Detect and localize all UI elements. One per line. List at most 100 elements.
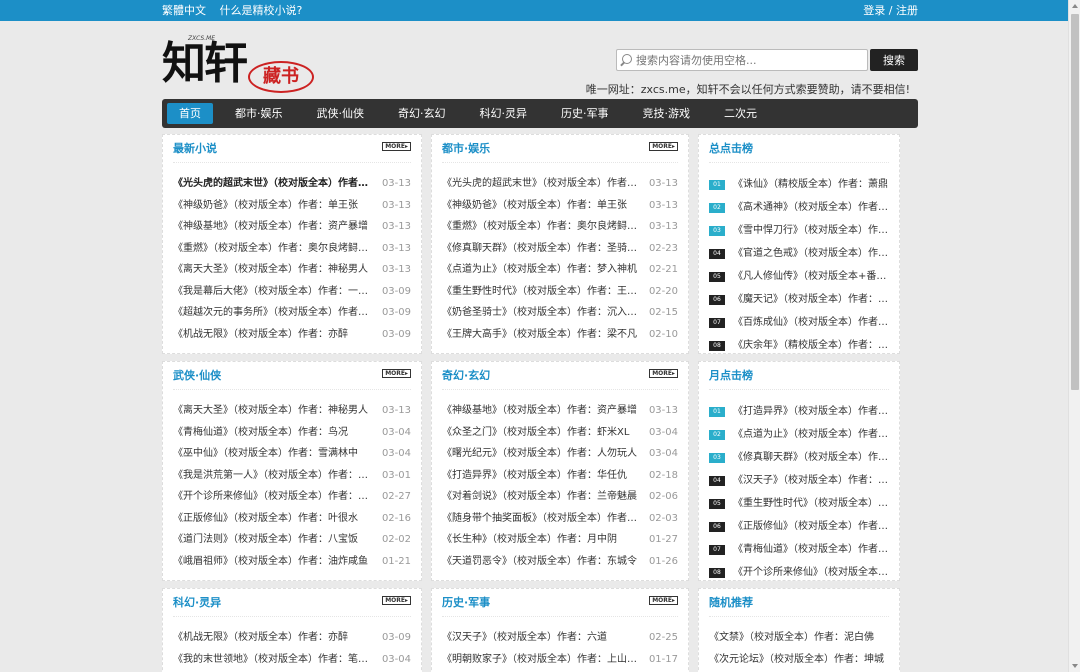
ranking-item[interactable]: 07 《百炼成仙》（校对版全本）作者：幻雨: [709, 311, 889, 334]
search-input[interactable]: [636, 50, 861, 70]
nav-item[interactable]: 首页: [167, 103, 213, 124]
ranking-item-title[interactable]: 《百炼成仙》（校对版全本）作者：幻雨: [733, 311, 889, 334]
list-item-title[interactable]: 《点道为止》（校对版全本）作者：梦入神机: [442, 259, 642, 281]
list-item[interactable]: 《众圣之门》（校对版全本）作者：虾米XL 03-04: [442, 422, 678, 444]
list-item-title[interactable]: 《神级基地》（校对版全本）作者：资产暴增: [442, 400, 642, 422]
list-item-title[interactable]: 《明朝败家子》（校对版全本）作者：上山打老虎额: [442, 649, 642, 671]
list-item[interactable]: 《青梅仙道》（校对版全本）作者：鸟况 03-04: [173, 422, 411, 444]
list-item-title[interactable]: 《次元论坛》（校对版全本）作者：坤城: [709, 649, 889, 671]
panel-title[interactable]: 奇幻·玄幻: [442, 362, 678, 390]
list-item-title[interactable]: 《修真聊天群》（校对版全本）作者：圣骑士的传说: [442, 238, 642, 260]
list-item-title[interactable]: 《随身带个抽奖面板》（校对版全本）作者：漂流瓶: [442, 508, 642, 530]
list-item[interactable]: 《明朝败家子》（校对版全本）作者：上山打老虎额 01-17: [442, 649, 678, 671]
ranking-item[interactable]: 02 《点道为止》（校对版全本）作者：梦入神机: [709, 423, 889, 446]
scrollbar[interactable]: [1068, 0, 1080, 672]
list-item-title[interactable]: 《峨眉祖师》（校对版全本）作者：油炸咸鱼: [173, 551, 375, 573]
ranking-item-title[interactable]: 《雪中悍刀行》（校对版全本）作者：烽火戏诸侯: [733, 219, 889, 242]
ranking-item[interactable]: 06 《魔天记》（校对版全本）作者：忘语: [709, 288, 889, 311]
list-item[interactable]: 《长生种》（校对版全本）作者：月中阴 01-27: [442, 529, 678, 551]
search-button[interactable]: 搜索: [870, 49, 918, 71]
list-item-title[interactable]: 《机战无限》（校对版全本）作者：亦醉: [173, 324, 375, 346]
list-item-title[interactable]: 《众圣之门》（校对版全本）作者：虾米XL: [442, 422, 642, 444]
list-item-title[interactable]: 《重燃》（校对版全本）作者：奥尔良烤鲟鱼堡: [173, 238, 375, 260]
nav-item[interactable]: 二次元: [712, 103, 769, 124]
ranking-item-title[interactable]: 《诛仙》（精校版全本）作者：萧鼎: [733, 173, 889, 196]
more-button[interactable]: MORE▸: [649, 596, 678, 605]
ranking-item-title[interactable]: 《点道为止》（校对版全本）作者：梦入神机: [733, 423, 889, 446]
ranking-item[interactable]: 03 《修真聊天群》（校对版全本）作者：圣骑士的传说: [709, 446, 889, 469]
list-item[interactable]: 《点道为止》（校对版全本）作者：梦入神机 02-21: [442, 259, 678, 281]
list-item[interactable]: 《对着剑说》（校对版全本）作者：兰帝魅晨 02-06: [442, 486, 678, 508]
list-item-title[interactable]: 《打造异界》（校对版全本）作者：华任仇: [442, 465, 642, 487]
list-item[interactable]: 《曙光纪元》（校对版全本）作者：人勿玩人 03-04: [442, 443, 678, 465]
list-item[interactable]: 《离天大圣》（校对版全本）作者：神秘男人 03-13: [173, 259, 411, 281]
list-item[interactable]: 《随身带个抽奖面板》（校对版全本）作者：漂流瓶 02-03: [442, 508, 678, 530]
list-item-title[interactable]: 《对着剑说》（校对版全本）作者：兰帝魅晨: [442, 486, 642, 508]
ranking-item-title[interactable]: 《凡人修仙传》（校对版全本+番外）作者：忘语: [733, 265, 889, 288]
ranking-item-title[interactable]: 《修真聊天群》（校对版全本）作者：圣骑士的传说: [733, 446, 889, 469]
site-logo[interactable]: ZXCS.ME 知轩 藏书: [162, 35, 322, 97]
list-item[interactable]: 《重燃》（校对版全本）作者：奥尔良烤鲟鱼堡 03-13: [442, 216, 678, 238]
list-item[interactable]: 《光头虎的超武末世》（校对版全本）作者：叉烧包 03-13: [173, 173, 411, 195]
ranking-item[interactable]: 05 《凡人修仙传》（校对版全本+番外）作者：忘语: [709, 265, 889, 288]
traditional-chinese-link[interactable]: 繁體中文: [162, 4, 206, 17]
list-item-title[interactable]: 《光头虎的超武末世》（校对版全本）作者：叉烧包: [173, 173, 375, 195]
list-item[interactable]: 《汉天子》（校对版全本）作者：六道 02-25: [442, 627, 678, 649]
list-item-title[interactable]: 《神级奶爸》（校对版全本）作者：单王张: [442, 195, 642, 217]
panel-title[interactable]: 总点击榜: [709, 135, 889, 163]
ranking-item[interactable]: 05 《重生野性时代》（校对版全本）作者：王梓钧: [709, 492, 889, 515]
panel-title[interactable]: 最新小说: [173, 135, 411, 163]
list-item[interactable]: 《修真聊天群》（校对版全本）作者：圣骑士的传说 02-23: [442, 238, 678, 260]
nav-item[interactable]: 都市·娱乐: [223, 103, 295, 124]
panel-title[interactable]: 历史·军事: [442, 589, 678, 617]
list-item[interactable]: 《机战无限》（校对版全本）作者：亦醉 03-09: [173, 324, 411, 346]
list-item[interactable]: 《神级奶爸》（校对版全本）作者：单王张 03-13: [173, 195, 411, 217]
nav-item[interactable]: 科幻·灵异: [468, 103, 540, 124]
more-button[interactable]: MORE▸: [382, 142, 411, 151]
ranking-item-title[interactable]: 《魔天记》（校对版全本）作者：忘语: [733, 288, 889, 311]
list-item[interactable]: 《天道罚恶令》（校对版全本）作者：东城令 01-26: [442, 551, 678, 573]
list-item[interactable]: 《光头虎的超武末世》（校对版全本）作者：叉烧包 03-13: [442, 173, 678, 195]
scroll-up-icon[interactable]: [1072, 4, 1078, 8]
ranking-item[interactable]: 03 《雪中悍刀行》（校对版全本）作者：烽火戏诸侯: [709, 219, 889, 242]
ranking-item[interactable]: 04 《汉天子》（校对版全本）作者：要离刺荆轲: [709, 469, 889, 492]
list-item[interactable]: 《开个诊所来修仙》（校对版全本）作者：李逍遥 02-27: [173, 486, 411, 508]
nav-item[interactable]: 武侠·仙侠: [305, 103, 377, 124]
list-item-title[interactable]: 《我是幕后大佬》（校对版全本）作者：一刀斩斩斩: [173, 281, 375, 303]
list-item-title[interactable]: 《奶爸圣骑士》（校对版全本）作者：沉入大海的鱼: [442, 302, 642, 324]
ranking-item-title[interactable]: 《庆余年》（精校版全本）作者：猫腻: [733, 334, 889, 357]
list-item[interactable]: 《机战无限》（校对版全本）作者：亦醉 03-09: [173, 627, 411, 649]
list-item-title[interactable]: 《开个诊所来修仙》（校对版全本）作者：李逍遥: [173, 486, 375, 508]
list-item[interactable]: 《打造异界》（校对版全本）作者：华任仇 02-18: [442, 465, 678, 487]
list-item-title[interactable]: 《重生野性时代》（校对版全本）作者：王梓钧: [442, 281, 642, 303]
list-item[interactable]: 《文禁》（校对版全本）作者：泥白佛: [709, 627, 889, 649]
list-item[interactable]: 《道门法则》（校对版全本）作者：八宝饭 02-02: [173, 529, 411, 551]
list-item-title[interactable]: 《重燃》（校对版全本）作者：奥尔良烤鲟鱼堡: [442, 216, 642, 238]
list-item[interactable]: 《次元论坛》（校对版全本）作者：坤城: [709, 649, 889, 671]
list-item[interactable]: 《正版修仙》（校对版全本）作者：叶很水 02-16: [173, 508, 411, 530]
list-item-title[interactable]: 《神级奶爸》（校对版全本）作者：单王张: [173, 195, 375, 217]
scroll-down-icon[interactable]: [1072, 664, 1078, 668]
list-item-title[interactable]: 《我是洪荒第一人》（校对版全本）作者：空手接白刃: [173, 465, 375, 487]
list-item[interactable]: 《我是幕后大佬》（校对版全本）作者：一刀斩斩斩 03-09: [173, 281, 411, 303]
panel-title[interactable]: 科幻·灵异: [173, 589, 411, 617]
panel-title[interactable]: 都市·娱乐: [442, 135, 678, 163]
list-item[interactable]: 《巫中仙》（校对版全本）作者：雪满林中 03-04: [173, 443, 411, 465]
panel-title[interactable]: 月点击榜: [709, 362, 889, 390]
list-item-title[interactable]: 《王牌大高手》（校对版全本）作者：梁不凡: [442, 324, 642, 346]
more-button[interactable]: MORE▸: [382, 596, 411, 605]
list-item[interactable]: 《超越次元的事务所》（校对版全本）作者：吴千语 03-09: [173, 302, 411, 324]
ranking-item-title[interactable]: 《青梅仙道》（校对版全本）作者：鸟况: [733, 538, 889, 561]
ranking-item[interactable]: 07 《青梅仙道》（校对版全本）作者：鸟况: [709, 538, 889, 561]
ranking-item-title[interactable]: 《高术通神》（校对版全本）作者：手握寸关尺: [733, 196, 889, 219]
ranking-item[interactable]: 06 《正版修仙》（校对版全本）作者：叶很水: [709, 515, 889, 538]
list-item[interactable]: 《神级奶爸》（校对版全本）作者：单王张 03-13: [442, 195, 678, 217]
more-button[interactable]: MORE▸: [649, 142, 678, 151]
list-item-title[interactable]: 《光头虎的超武末世》（校对版全本）作者：叉烧包: [442, 173, 642, 195]
ranking-item-title[interactable]: 《正版修仙》（校对版全本）作者：叶很水: [733, 515, 889, 538]
ranking-item[interactable]: 02 《高术通神》（校对版全本）作者：手握寸关尺: [709, 196, 889, 219]
list-item[interactable]: 《奶爸圣骑士》（校对版全本）作者：沉入大海的鱼 02-15: [442, 302, 678, 324]
nav-item[interactable]: 历史·军事: [549, 103, 621, 124]
list-item-title[interactable]: 《道门法则》（校对版全本）作者：八宝饭: [173, 529, 375, 551]
list-item-title[interactable]: 《文禁》（校对版全本）作者：泥白佛: [709, 627, 889, 649]
